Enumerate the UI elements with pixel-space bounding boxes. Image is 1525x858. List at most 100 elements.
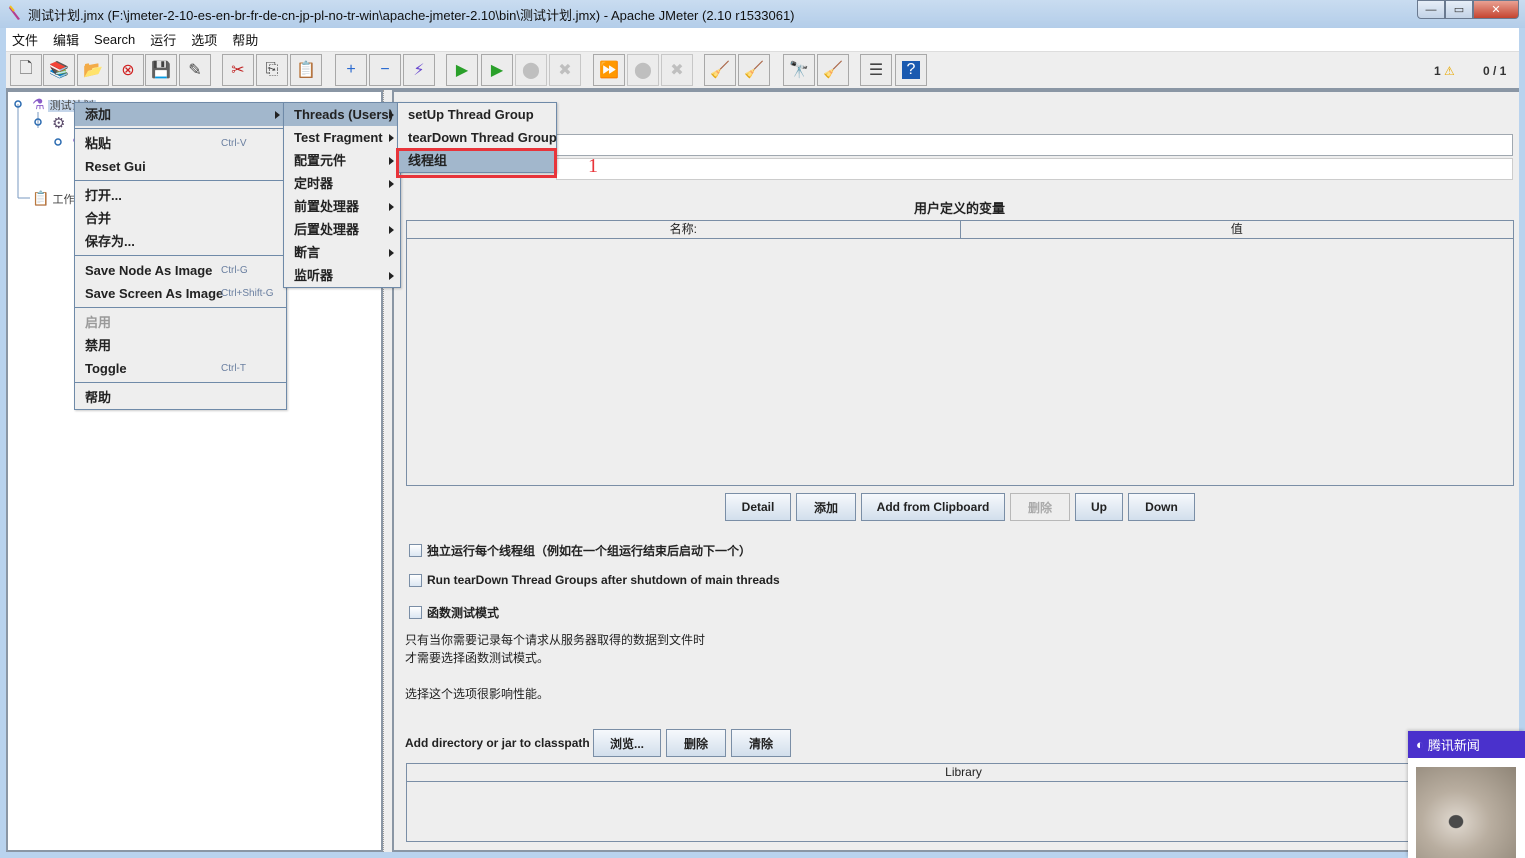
remote-start-button[interactable]: ⏩ — [593, 54, 625, 86]
menu-item-后置处理器[interactable]: 后置处理器 — [284, 218, 400, 241]
shutdown-button[interactable]: ✖ — [549, 54, 581, 86]
menu-bar: 文件 编辑 Search 运行 选项 帮助 — [6, 28, 1519, 52]
menu-item-启用[interactable]: 启用 — [75, 311, 286, 334]
stop-icon: ⬤ — [522, 62, 540, 79]
menu-item-test-fragment[interactable]: Test Fragment — [284, 126, 400, 149]
tree-node-thread-group[interactable]: ⚙ — [52, 114, 65, 132]
help-button[interactable]: ? — [895, 54, 927, 86]
workbench-icon: 📋 — [32, 190, 50, 206]
maximize-button[interactable]: ▭ — [1445, 0, 1473, 19]
reset-search-button[interactable]: 🧹 — [817, 54, 849, 86]
save-as-button[interactable]: ✎ — [179, 54, 211, 86]
menu-item-添加[interactable]: 添加 — [75, 103, 286, 126]
name-field[interactable] — [556, 134, 1513, 156]
search-button[interactable]: 🔭 — [783, 54, 815, 86]
menu-item-teardown-thread-group[interactable]: tearDown Thread Group — [398, 126, 557, 149]
classpath-label: Add directory or jar to classpath — [405, 736, 590, 750]
column-name[interactable]: 名称: — [407, 221, 961, 238]
test-plan-editor: 用户定义的变量 名称: 值 Detail 添加 Add from Clipboa… — [392, 90, 1521, 852]
menu-item-save-node-as-image[interactable]: Save Node As Image Ctrl-G — [75, 259, 286, 282]
menu-item-保存为-[interactable]: 保存为... — [75, 230, 286, 253]
collapse-button[interactable]: − — [369, 54, 401, 86]
toolbar: 1 ⚠ 0 / 1 🗋 📚 📂 ⊗ 💾 ✎ ✂ ⎘ 📋 + − ⚡ ▶ ▶ ⬤ ✖ ⏩ ⬤ ✖ 🧹 🧹 🔭 🧹 ☰? — [6, 52, 1519, 90]
menu-item-监听器[interactable]: 监听器 — [284, 264, 400, 287]
menu-item-合并[interactable]: 合并 — [75, 207, 286, 230]
menu-search[interactable]: Search — [94, 32, 135, 47]
news-popup[interactable]: ◐ 腾讯新闻 — [1408, 731, 1525, 858]
new-button[interactable]: 🗋 — [10, 54, 42, 86]
delete-classpath-button[interactable]: 删除 — [666, 729, 726, 757]
news-header[interactable]: ◐ 腾讯新闻 — [1408, 731, 1525, 758]
menu-item-帮助[interactable]: 帮助 — [75, 386, 286, 409]
start-button[interactable]: ▶ — [446, 54, 478, 86]
detail-button[interactable]: Detail — [725, 493, 791, 521]
up-button[interactable]: Up — [1075, 493, 1123, 521]
remote-shutdown-button[interactable]: ✖ — [661, 54, 693, 86]
serialize-thread-groups-checkbox[interactable]: 独立运行每个线程组（例如在一个组运行结束后启动下一个） — [409, 542, 751, 559]
menu-item-粘贴[interactable]: 粘贴 Ctrl-V — [75, 132, 286, 155]
browse-button[interactable]: 浏览... — [593, 729, 661, 757]
save-button[interactable]: 💾 — [145, 54, 177, 86]
title-bar: 测试计划.jmx (F:\jmeter-2-10-es-en-br-fr-de-… — [0, 0, 1525, 28]
cut-button[interactable]: ✂ — [222, 54, 254, 86]
start-no-pause-icon: ▶ — [490, 62, 504, 79]
clear-classpath-button[interactable]: 清除 — [731, 729, 791, 757]
function-helper-icon: ☰ — [868, 62, 884, 79]
column-library[interactable]: Library — [407, 764, 1520, 781]
checkbox-box[interactable] — [409, 606, 422, 619]
menu-run[interactable]: 运行 — [150, 30, 176, 49]
checkbox-box[interactable] — [409, 544, 422, 557]
menu-item-打开-[interactable]: 打开... — [75, 184, 286, 207]
start-no-pause-button[interactable]: ▶ — [481, 54, 513, 86]
warning-icon: ⚠ — [1444, 64, 1455, 78]
close-icon: ✕ — [1491, 4, 1501, 16]
menu-options[interactable]: 选项 — [191, 30, 217, 49]
copy-button[interactable]: ⎘ — [256, 54, 288, 86]
delete-variable-button[interactable]: 删除 — [1010, 493, 1070, 521]
stop-button[interactable]: ⬤ — [515, 54, 547, 86]
templates-icon: 📚 — [49, 62, 69, 79]
menu-item-定时器[interactable]: 定时器 — [284, 172, 400, 195]
start-icon: ▶ — [455, 62, 469, 79]
close-file-button[interactable]: ⊗ — [112, 54, 144, 86]
clear-all-button[interactable]: 🧹 — [738, 54, 770, 86]
menu-item-配置元件[interactable]: 配置元件 — [284, 149, 400, 172]
functional-mode-checkbox[interactable]: 函数测试模式 — [409, 604, 499, 621]
expand-button[interactable]: + — [335, 54, 367, 86]
clear-button[interactable]: 🧹 — [704, 54, 736, 86]
column-value[interactable]: 值 — [961, 221, 1514, 238]
function-helper-button[interactable]: ☰ — [860, 54, 892, 86]
open-button[interactable]: 📂 — [77, 54, 109, 86]
down-button[interactable]: Down — [1128, 493, 1195, 521]
remote-stop-button[interactable]: ⬤ — [627, 54, 659, 86]
toggle-icon: ⚡ — [413, 62, 425, 79]
shortcut-label: Ctrl-T — [221, 363, 246, 374]
checkbox-box[interactable] — [409, 573, 422, 587]
news-thumbnail[interactable] — [1416, 767, 1516, 858]
paste-button[interactable]: 📋 — [290, 54, 322, 86]
toggle-button[interactable]: ⚡ — [403, 54, 435, 86]
menu-item-threads-users-[interactable]: Threads (Users) — [284, 103, 400, 126]
add-variable-button[interactable]: 添加 — [796, 493, 856, 521]
warning-count[interactable]: 1 ⚠ — [1434, 64, 1455, 78]
menu-file[interactable]: 文件 — [12, 30, 38, 49]
comments-field[interactable] — [556, 158, 1513, 180]
templates-button[interactable]: 📚 — [43, 54, 75, 86]
menu-item-禁用[interactable]: 禁用 — [75, 334, 286, 357]
menu-edit[interactable]: 编辑 — [53, 30, 79, 49]
menu-help[interactable]: 帮助 — [232, 30, 258, 49]
menu-item-setup-thread-group[interactable]: setUp Thread Group — [398, 103, 556, 126]
add-from-clipboard-button[interactable]: Add from Clipboard — [861, 493, 1005, 521]
submenu-arrow-icon — [275, 111, 280, 119]
close-button[interactable]: ✕ — [1473, 0, 1519, 19]
menu-item-toggle[interactable]: Toggle Ctrl-T — [75, 357, 286, 380]
minimize-button[interactable]: — — [1417, 0, 1445, 19]
remote-stop-icon: ⬤ — [634, 62, 652, 79]
menu-item-save-screen-as-image[interactable]: Save Screen As Image Ctrl+Shift-G — [75, 282, 286, 305]
menu-item-前置处理器[interactable]: 前置处理器 — [284, 195, 400, 218]
functional-mode-help-3: 选择这个选项很影响性能。 — [405, 687, 550, 701]
submenu-arrow-icon — [389, 226, 394, 234]
teardown-on-shutdown-checkbox[interactable]: Run tearDown Thread Groups after shutdow… — [409, 573, 780, 587]
menu-item-reset-gui[interactable]: Reset Gui — [75, 155, 286, 178]
menu-item-断言[interactable]: 断言 — [284, 241, 400, 264]
